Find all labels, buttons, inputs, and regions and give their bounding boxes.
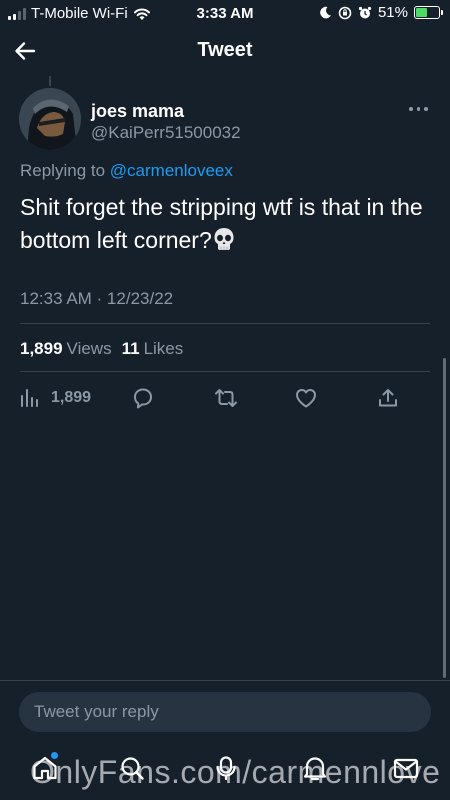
page-title: Tweet — [197, 39, 253, 61]
status-bar: T-Mobile Wi-Fi 3:33 AM 51% — [0, 0, 450, 28]
views-chart-icon — [21, 389, 38, 407]
share-button[interactable] — [376, 380, 400, 416]
views-stat[interactable]: 1,899 Views — [20, 339, 112, 359]
reply-input[interactable] — [19, 692, 431, 732]
thread-connector — [49, 76, 51, 86]
replying-to: Replying to @carmenloveex — [20, 161, 233, 181]
battery-percent: 51% — [377, 4, 408, 21]
reply-icon — [134, 388, 152, 409]
battery-level — [416, 8, 428, 17]
views-action-count: 1,899 — [51, 389, 92, 406]
tweet-body: Shit forget the stripping wtf is that in… — [20, 191, 430, 257]
like-button[interactable] — [294, 380, 318, 416]
replying-to-link[interactable]: @carmenloveex — [110, 161, 233, 180]
retweet-icon — [215, 389, 237, 407]
tweet-stats: 1,899 Views 11 Likes — [20, 339, 183, 359]
moon-icon — [320, 6, 331, 19]
alarm-icon — [358, 6, 372, 18]
views-count: 1,899 — [20, 339, 63, 358]
likes-stat[interactable]: 11 Likes — [122, 339, 184, 359]
tweet-timestamp: 12:33 AM · 12/23/22 — [20, 289, 174, 308]
watermark: OnlyFans.com/carmennlove — [30, 754, 441, 790]
battery-icon — [414, 6, 443, 19]
orientation-lock-icon — [338, 6, 352, 19]
reply-button[interactable] — [131, 380, 155, 416]
top-nav: Tweet — [0, 28, 450, 74]
likes-label: Likes — [143, 339, 184, 358]
share-icon — [379, 389, 397, 407]
avatar-image — [19, 88, 81, 150]
divider — [20, 323, 430, 324]
retweet-button[interactable] — [214, 380, 238, 416]
divider — [20, 371, 430, 372]
more-icon[interactable] — [409, 102, 431, 116]
likes-count: 11 — [121, 339, 140, 358]
author-name[interactable]: joes mama — [91, 101, 184, 122]
replying-prefix: Replying to — [20, 161, 106, 180]
avatar[interactable] — [19, 88, 81, 150]
tweet-actions: 1,899 — [0, 380, 450, 416]
status-right: 51% — [319, 4, 443, 21]
views-label: Views — [66, 339, 112, 358]
skull-emoji — [214, 228, 234, 250]
scrollbar[interactable] — [443, 358, 446, 678]
views-button[interactable]: 1,899 — [19, 380, 91, 416]
tweet-detail-screen: T-Mobile Wi-Fi 3:33 AM 51% Tweet joes ma… — [0, 0, 450, 800]
reply-bar — [0, 680, 450, 742]
author-handle[interactable]: @KaiPerr51500032 — [91, 123, 241, 143]
like-icon — [296, 389, 316, 408]
